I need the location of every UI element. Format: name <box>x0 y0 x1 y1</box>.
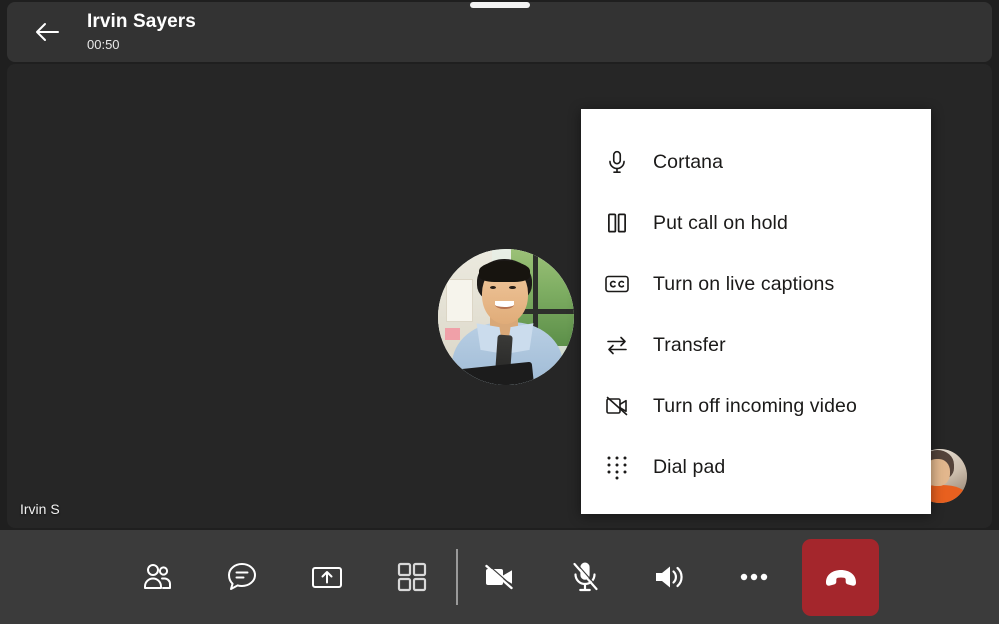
menu-item-label: Cortana <box>653 150 723 174</box>
hangup-icon <box>818 555 864 601</box>
back-button[interactable] <box>19 4 75 60</box>
mic-off-icon <box>565 557 605 597</box>
chat-icon <box>223 558 261 596</box>
menu-item-label: Transfer <box>653 333 726 357</box>
grid-view-icon <box>394 559 430 595</box>
more-options-icon <box>734 557 774 597</box>
grid-view-button[interactable] <box>382 547 442 607</box>
menu-item-label: Dial pad <box>653 455 725 479</box>
people-button[interactable] <box>127 547 187 607</box>
speaker-button[interactable] <box>639 547 699 607</box>
menu-item-cortana[interactable]: Cortana <box>581 131 931 192</box>
chat-button[interactable] <box>212 547 272 607</box>
more-options-button[interactable] <box>724 547 784 607</box>
share-screen-icon <box>308 558 346 596</box>
window-drag-handle[interactable] <box>470 2 530 8</box>
video-off-icon <box>581 392 653 420</box>
header-text-group: Irvin Sayers 00:50 <box>87 11 196 54</box>
menu-item-dial-pad[interactable]: Dial pad <box>581 436 931 497</box>
pause-icon <box>581 210 653 236</box>
participant-name-label: Irvin S <box>20 500 60 518</box>
call-window: Irvin Sayers 00:50 <box>0 0 999 624</box>
menu-item-label: Turn off incoming video <box>653 394 857 418</box>
menu-item-put-call-on-hold[interactable]: Put call on hold <box>581 192 931 253</box>
menu-item-turn-off-incoming-video[interactable]: Turn off incoming video <box>581 375 931 436</box>
menu-item-label: Turn on live captions <box>653 272 834 296</box>
participant-avatar <box>438 249 574 385</box>
people-icon <box>138 558 176 596</box>
camera-button[interactable] <box>469 547 529 607</box>
speaker-icon <box>649 557 689 597</box>
menu-item-turn-on-live-captions[interactable]: Turn on live captions <box>581 253 931 314</box>
toolbar-divider <box>456 549 458 605</box>
camera-off-icon <box>479 557 519 597</box>
menu-item-label: Put call on hold <box>653 211 788 235</box>
call-timer: 00:50 <box>87 36 196 54</box>
hangup-button[interactable] <box>802 539 879 616</box>
share-button[interactable] <box>297 547 357 607</box>
arrow-left-icon <box>31 16 63 48</box>
transfer-icon <box>581 331 653 359</box>
more-options-menu: Cortana Put call on hold Turn on live ca… <box>581 109 931 514</box>
avatar-photo <box>438 249 574 385</box>
call-header: Irvin Sayers 00:50 <box>7 2 992 62</box>
dial-pad-icon <box>581 454 653 480</box>
menu-item-transfer[interactable]: Transfer <box>581 314 931 375</box>
caller-name: Irvin Sayers <box>87 11 196 33</box>
microphone-icon <box>581 149 653 175</box>
closed-captions-icon <box>581 270 653 298</box>
mic-button[interactable] <box>555 547 615 607</box>
